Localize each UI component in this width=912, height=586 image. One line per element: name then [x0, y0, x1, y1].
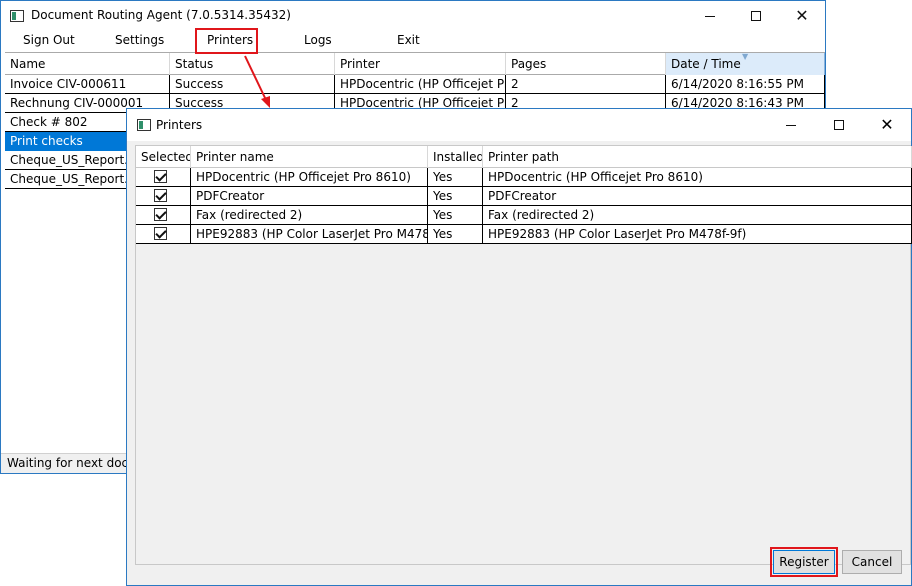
column-header-selected[interactable]: Selected: [136, 146, 191, 168]
cell-selected: [136, 225, 191, 244]
selected-checkbox[interactable]: [154, 189, 167, 202]
cell-selected: [136, 206, 191, 225]
printer-row[interactable]: PDFCreator Yes PDFCreator: [136, 187, 912, 206]
cell-installed: Yes: [428, 187, 483, 206]
cancel-button[interactable]: Cancel: [842, 550, 902, 574]
printers-table: Selected Printer name Installed Printer …: [135, 145, 912, 565]
cell-printer-path: Fax (redirected 2): [483, 206, 912, 225]
dialog-close-button[interactable]: ✕: [863, 109, 911, 141]
dialog-titlebar[interactable]: Printers ✕: [127, 109, 911, 141]
cell-printer-name: PDFCreator: [191, 187, 428, 206]
selected-checkbox[interactable]: [154, 227, 167, 240]
maximize-icon: [834, 120, 844, 130]
column-header-installed[interactable]: Installed: [428, 146, 483, 168]
cell-selected: [136, 187, 191, 206]
cell-installed: Yes: [428, 225, 483, 244]
close-icon: ✕: [880, 115, 894, 134]
minimize-icon: [786, 124, 796, 126]
cell-printer-name: HPDocentric (HP Officejet Pro 8610): [191, 168, 428, 187]
cell-printer-name: Fax (redirected 2): [191, 206, 428, 225]
dialog-minimize-button[interactable]: [767, 109, 815, 141]
printer-row[interactable]: HPDocentric (HP Officejet Pro 8610) Yes …: [136, 168, 912, 187]
dialog-maximize-button[interactable]: [815, 109, 863, 141]
cell-selected: [136, 168, 191, 187]
column-header-printer-name[interactable]: Printer name: [191, 146, 428, 168]
selected-checkbox[interactable]: [154, 208, 167, 221]
cell-printer-path: PDFCreator: [483, 187, 912, 206]
column-header-printer-path[interactable]: Printer path: [483, 146, 912, 168]
printers-table-header: Selected Printer name Installed Printer …: [136, 146, 912, 168]
register-button[interactable]: Register: [773, 550, 835, 574]
selected-checkbox[interactable]: [154, 170, 167, 183]
cell-printer-name: HPE92883 (HP Color LaserJet Pro M478f-9f…: [191, 225, 428, 244]
cell-printer-path: HPDocentric (HP Officejet Pro 8610): [483, 168, 912, 187]
cell-printer-path: HPE92883 (HP Color LaserJet Pro M478f-9f…: [483, 225, 912, 244]
cell-installed: Yes: [428, 168, 483, 187]
cell-installed: Yes: [428, 206, 483, 225]
dialog-app-icon: [137, 119, 151, 131]
printer-row[interactable]: Fax (redirected 2) Yes Fax (redirected 2…: [136, 206, 912, 225]
printers-dialog: Printers ✕ Selected Printer name Install…: [126, 108, 912, 586]
dialog-title: Printers: [156, 118, 203, 132]
printer-row[interactable]: HPE92883 (HP Color LaserJet Pro M478f-9f…: [136, 225, 912, 244]
